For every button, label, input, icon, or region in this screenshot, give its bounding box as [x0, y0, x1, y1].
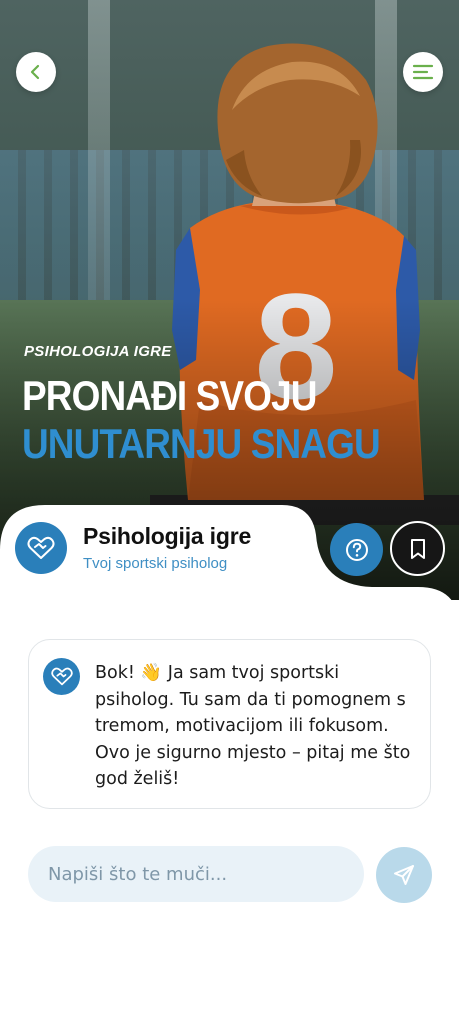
heart-handshake-icon [27, 536, 55, 559]
menu-icon [412, 64, 434, 80]
chat-message-text: Bok! 👋 Ja sam tvoj sportski psiholog. Tu… [95, 663, 411, 789]
send-icon [394, 865, 414, 885]
hero-eyebrow: PSIHOLOGIJA IGRE [24, 343, 172, 360]
assistant-avatar [43, 658, 80, 695]
help-button[interactable] [330, 523, 383, 576]
page-title: Psihologija igre [83, 523, 252, 549]
hero-title: PRONAĐI SVOJU UNUTARNJU SNAGU [22, 372, 381, 468]
bookmark-button[interactable] [390, 521, 445, 576]
hero-title-line2: UNUTARNJU SNAGU [22, 420, 381, 467]
heart-handshake-icon [50, 667, 73, 686]
back-button[interactable] [16, 52, 56, 92]
bookmark-icon [410, 538, 425, 559]
menu-button[interactable] [403, 52, 443, 92]
message-input[interactable] [28, 846, 364, 902]
send-button[interactable] [376, 847, 432, 903]
hero-title-line1: PRONAĐI SVOJU [22, 372, 317, 419]
chevron-left-icon [30, 64, 40, 80]
question-circle-icon [345, 538, 368, 561]
page-subtitle: Tvoj sportski psiholog [83, 555, 228, 572]
brand-logo [15, 522, 67, 574]
